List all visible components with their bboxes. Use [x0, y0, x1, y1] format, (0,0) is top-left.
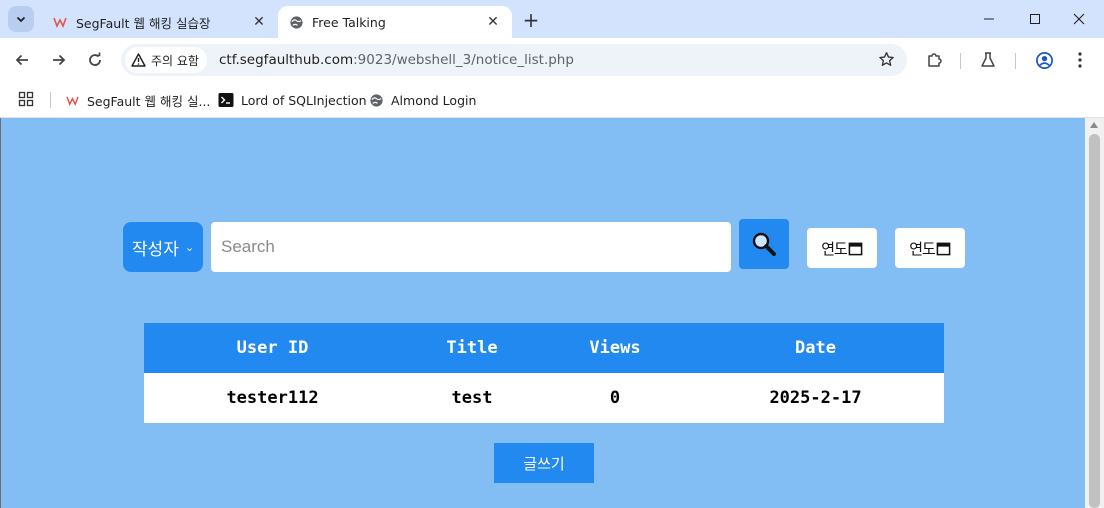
table-header-row: User ID Title Views Date: [144, 323, 944, 373]
column-header-user-id[interactable]: User ID: [144, 323, 401, 373]
search-button[interactable]: [739, 219, 789, 269]
security-warning-label: 주의 요함: [151, 53, 199, 68]
close-icon: [1073, 13, 1085, 25]
tab-strip: SegFault 웹 해킹 실습장 ✕ Free Talking ✕ +: [0, 0, 1104, 38]
date-end-input[interactable]: 연도: [895, 228, 965, 268]
search-filter-label: 작성자: [131, 239, 179, 260]
scroll-up-arrow-icon[interactable]: [1090, 122, 1098, 128]
search-filter-select[interactable]: 작성자 ⌄: [123, 222, 203, 272]
tab-title: SegFault 웹 해킹 실습장: [76, 15, 211, 31]
close-icon[interactable]: ✕: [484, 13, 502, 31]
table-row[interactable]: tester112 test 0 2025-2-17: [144, 373, 944, 423]
url-text[interactable]: ctf.segfaulthub.com:9023/webshell_3/noti…: [219, 52, 574, 68]
apps-grid-icon: [18, 91, 34, 107]
close-window-button[interactable]: [1056, 0, 1102, 38]
bookmark-label: Lord of SQLInjection: [241, 92, 367, 108]
bookmark-label: SegFault 웹 해킹 실...: [87, 93, 211, 109]
close-icon[interactable]: ✕: [250, 13, 268, 31]
write-post-button[interactable]: 글쓰기: [494, 443, 594, 483]
column-header-views[interactable]: Views: [543, 323, 687, 373]
date-start-input[interactable]: 연도: [807, 228, 877, 268]
chevron-down-icon: ⌄: [184, 240, 195, 254]
maximize-icon: [1030, 14, 1040, 24]
vertical-scrollbar[interactable]: [1085, 118, 1104, 508]
calendar-icon: [936, 242, 951, 255]
reload-button[interactable]: [81, 46, 109, 74]
more-vert-icon: [1078, 52, 1082, 68]
page-content: 작성자 ⌄ 연도 연도 User ID Title: [1, 118, 1086, 508]
column-header-title[interactable]: Title: [401, 323, 543, 373]
tab-search-button[interactable]: [8, 6, 34, 32]
bookmarks-divider: [50, 92, 51, 108]
minimize-button[interactable]: [966, 0, 1012, 38]
bookmark-segfault[interactable]: SegFault 웹 해킹 실...: [64, 89, 210, 111]
toolbar-divider: [1015, 53, 1016, 69]
browser-toolbar: 주의 요함 ctf.segfaulthub.com:9023/webshell_…: [0, 38, 1104, 82]
segfault-logo-icon: [64, 92, 80, 108]
url-path: :9023/webshell_3/notice_list.php: [353, 52, 574, 68]
security-warning-chip[interactable]: 주의 요함: [125, 47, 207, 73]
page-viewport: 작성자 ⌄ 연도 연도 User ID Title: [0, 118, 1104, 508]
segfault-logo-icon: [52, 14, 68, 30]
reload-icon: [89, 52, 101, 66]
scrollbar-thumb[interactable]: [1089, 134, 1100, 508]
puzzle-icon: [928, 53, 942, 67]
date-start-label: 연도: [821, 239, 848, 258]
url-host: ctf.segfaulthub.com: [219, 52, 354, 68]
bookmark-label: Almond Login: [391, 92, 477, 108]
maximize-button[interactable]: [1012, 0, 1058, 38]
cell-user-id: tester112: [144, 373, 401, 423]
terminal-icon: [218, 92, 234, 108]
bookmark-almond-login[interactable]: Almond Login: [368, 89, 476, 111]
search-input[interactable]: [211, 222, 731, 272]
address-bar[interactable]: 주의 요함 ctf.segfaulthub.com:9023/webshell_…: [121, 44, 907, 76]
globe-icon: [288, 14, 304, 30]
notice-table: User ID Title Views Date tester112 test …: [144, 323, 944, 423]
arrow-right-icon: [53, 54, 66, 66]
bookmark-lord-of-sqli[interactable]: Lord of SQLInjection: [218, 89, 367, 111]
labs-button[interactable]: [974, 46, 1002, 74]
calendar-icon: [848, 242, 863, 255]
minimize-icon: [984, 18, 994, 20]
new-tab-button[interactable]: +: [518, 8, 544, 32]
chevron-down-icon: [16, 16, 26, 23]
date-end-label: 연도: [909, 239, 936, 258]
bookmarks-bar: SegFault 웹 해킹 실... Lord of SQLInjection …: [0, 82, 1104, 118]
cell-date: 2025-2-17: [687, 373, 944, 423]
flask-icon: [981, 52, 995, 67]
apps-button[interactable]: [18, 91, 34, 111]
account-icon: [1035, 51, 1053, 69]
bookmark-star-button[interactable]: [878, 51, 895, 72]
forward-button[interactable]: [45, 46, 73, 74]
cell-title[interactable]: test: [401, 373, 543, 423]
column-header-date[interactable]: Date: [687, 323, 944, 373]
cell-views: 0: [543, 373, 687, 423]
warning-icon: [131, 53, 146, 67]
tab-segfault[interactable]: SegFault 웹 해킹 실습장 ✕: [42, 6, 278, 38]
profile-button[interactable]: [1030, 46, 1058, 74]
tab-title: Free Talking: [312, 14, 386, 30]
magnifier-icon: [752, 232, 776, 256]
back-button[interactable]: [8, 46, 36, 74]
globe-icon: [368, 92, 384, 108]
toolbar-divider: [960, 53, 961, 69]
extensions-button[interactable]: [921, 46, 949, 74]
tab-free-talking[interactable]: Free Talking ✕: [278, 6, 512, 38]
star-icon: [879, 52, 894, 66]
arrow-left-icon: [15, 54, 28, 66]
menu-button[interactable]: [1066, 46, 1094, 74]
